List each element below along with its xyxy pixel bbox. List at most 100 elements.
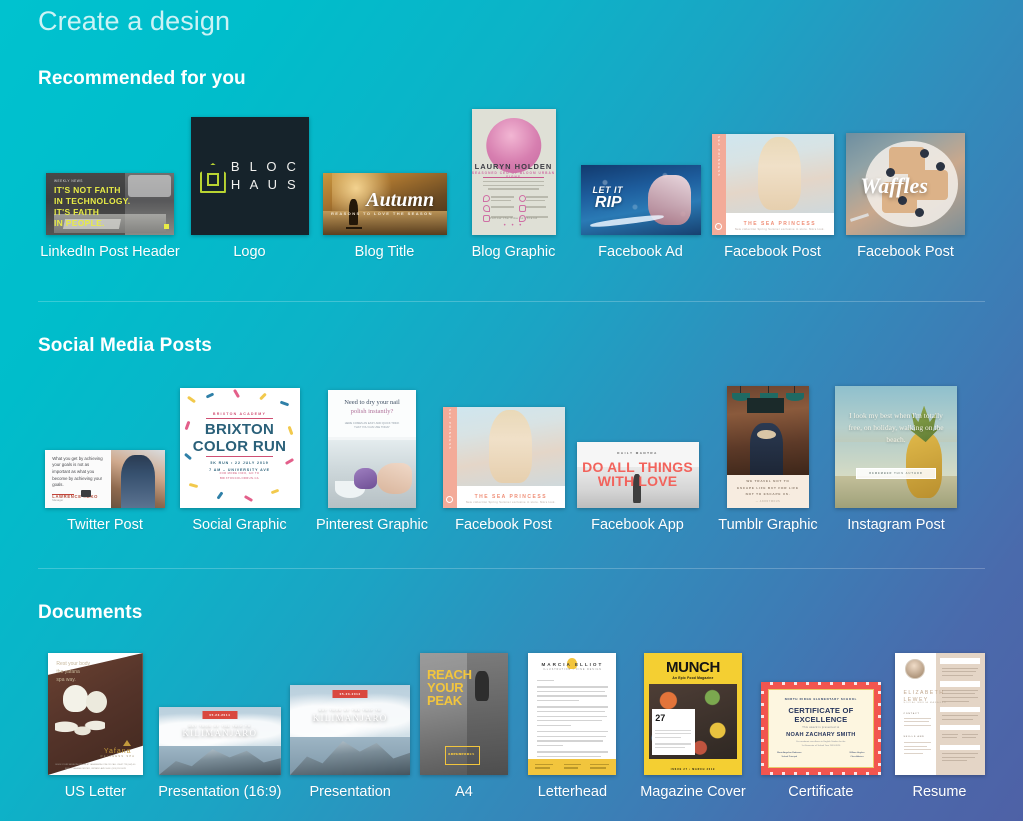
art-confetti bbox=[280, 401, 289, 407]
template-card-facebook-ad[interactable]: LET IT RIP Facebook Ad bbox=[575, 103, 706, 260]
thumbnail-logo[interactable]: B L O C H A U S bbox=[191, 117, 309, 235]
art-role: SEASONED CEO OF BLOOM URBAN SIGNS bbox=[472, 171, 556, 179]
art-line bbox=[537, 691, 605, 692]
art-line-1: IT'S NOT FAITH bbox=[54, 186, 121, 195]
thumbnail-facebook-post-waffles[interactable]: Waffles bbox=[846, 133, 965, 235]
template-card-social-graphic[interactable]: BRIXTON ACADEMY BRIXTON COLOR RUN 5K RUN… bbox=[172, 380, 307, 533]
template-card-facebook-post-sea-2[interactable]: THE SEA PRINCESS THE SEA PRINCESS New co… bbox=[437, 380, 570, 533]
thumbnail-magazine-cover[interactable]: MUNCH An Epic Food Magazine 27 ISSUE 27 … bbox=[644, 653, 742, 775]
thumbnail-us-letter[interactable]: Rest your body the yafana spa way. Yafan… bbox=[48, 653, 143, 775]
art-name: MARCIA ELLIOT bbox=[528, 662, 616, 667]
thumbnail-tumblr-graphic[interactable]: WE TRAVEL NOT TO ESCAPE LIFE BUT FOR LIF… bbox=[727, 386, 809, 508]
art-title-2: EXCELLENCE bbox=[794, 715, 847, 724]
art-bicycle bbox=[346, 219, 362, 229]
art-sidebar: THE SEA PRINCESS bbox=[712, 134, 727, 235]
thumbnail-wrap: 05.23.2014 DAY TOUR OF THE TRIP TO KILIM… bbox=[290, 647, 410, 775]
thumbnail-wrap: Need to dry your nail polish instantly? … bbox=[328, 380, 416, 508]
template-card-tumblr-graphic[interactable]: WE TRAVEL NOT TO ESCAPE LIFE BUT FOR LIF… bbox=[705, 380, 831, 533]
art-line bbox=[904, 718, 931, 719]
thumbnail-blog-title[interactable]: Autumn REASONS TO LOVE THE SEASON bbox=[323, 173, 447, 235]
thumbnail-facebook-post-sea[interactable]: THE SEA PRINCESS THE SEA PRINCESS New co… bbox=[712, 134, 834, 235]
art-line bbox=[942, 697, 978, 698]
thumbnail-a4[interactable]: REACH YOUR PEAK EXPLORAC ADVENTURES bbox=[420, 653, 508, 775]
art-school: NORTH RIDGE ELEMENTARY SCHOOL bbox=[769, 697, 873, 701]
art-caption-1: WE TRAVEL NOT TO bbox=[746, 479, 789, 483]
thumbnail-letterhead[interactable]: MARCIA ELLIOT ILLUSTRATION • FINE DESIGN bbox=[528, 653, 616, 775]
art-date-badge: 05.23.2014 bbox=[333, 690, 368, 698]
template-card-blog-graphic[interactable]: LAURYN HOLDEN SEASONED CEO OF BLOOM URBA… bbox=[452, 103, 575, 260]
thumbnail-linkedin-post-header[interactable]: WEEKLY NEWS IT'S NOT FAITH IN TECHNOLOGY… bbox=[46, 173, 174, 235]
heart-icon bbox=[483, 205, 490, 212]
thumbnail-presentation[interactable]: 05.23.2014 DAY TOUR OF THE TRIP TO KILIM… bbox=[290, 685, 410, 775]
art-line bbox=[537, 725, 571, 726]
template-card-blog-title[interactable]: Autumn REASONS TO LOVE THE SEASON Blog T… bbox=[317, 103, 452, 260]
template-card-presentation[interactable]: 05.23.2014 DAY TOUR OF THE TRIP TO KILIM… bbox=[287, 647, 413, 800]
thumbnail-facebook-ad[interactable]: LET IT RIP bbox=[581, 165, 701, 235]
thumbnail-blog-graphic[interactable]: LAURYN HOLDEN SEASONED CEO OF BLOOM URBA… bbox=[472, 109, 556, 235]
art-section-skills: SKILLS AND bbox=[904, 736, 925, 738]
art-line bbox=[590, 767, 606, 768]
thumbnail-pinterest-graphic[interactable]: Need to dry your nail polish instantly? … bbox=[328, 390, 416, 508]
card-label: Blog Graphic bbox=[472, 244, 556, 260]
template-card-presentation-169[interactable]: 05.23.2014 DAY TOUR OF THE TRIP TO KILIM… bbox=[153, 647, 287, 800]
thumbnail-presentation-169[interactable]: 05.23.2014 DAY TOUR OF THE TRIP TO KILIM… bbox=[159, 707, 281, 775]
thumbnail-resume[interactable]: ELIZABETH LEWEY SOCIAL MEDIA MANAGER CON… bbox=[895, 653, 985, 775]
art-signature-name-2: William Hughes bbox=[849, 752, 864, 754]
template-card-facebook-post-waffles[interactable]: Waffles Facebook Post bbox=[839, 103, 972, 260]
art-detail-1: 5K RUN • 22 JULY 2019 bbox=[210, 461, 268, 465]
art-caption: THE SEA PRINCESS bbox=[457, 494, 564, 500]
art-line bbox=[537, 700, 579, 701]
art-section-header bbox=[940, 658, 980, 664]
art-sidebar: THE SEA PRINCESS bbox=[443, 407, 458, 508]
art-title: MUNCH bbox=[644, 659, 742, 676]
thumbnail-certificate[interactable]: NORTH RIDGE ELEMENTARY SCHOOL CERTIFICAT… bbox=[761, 682, 881, 775]
art-frame: EXPLORAC ADVENTURES bbox=[445, 746, 480, 766]
section-divider-1 bbox=[38, 301, 985, 302]
thumbnail-instagram-post[interactable]: I look my best when I'm totally free, on… bbox=[835, 386, 957, 508]
social-row: What you get by achieving your goals is … bbox=[38, 378, 993, 533]
art-subcaption: New collection Spring Summer exclusive i… bbox=[729, 228, 831, 232]
thumbnail-social-graphic[interactable]: BRIXTON ACADEMY BRIXTON COLOR RUN 5K RUN… bbox=[180, 388, 300, 508]
template-card-letterhead[interactable]: MARCIA ELLIOT ILLUSTRATION • FINE DESIGN bbox=[515, 647, 631, 800]
art-title-1: CERTIFICATE OF bbox=[788, 706, 853, 715]
template-card-facebook-post-sea[interactable]: THE SEA PRINCESS THE SEA PRINCESS New co… bbox=[706, 103, 839, 260]
art-caption-2: ESCAPE LIFE BUT FOR LIFE bbox=[737, 486, 799, 490]
template-card-resume[interactable]: ELIZABETH LEWEY SOCIAL MEDIA MANAGER CON… bbox=[886, 647, 993, 800]
template-card-logo[interactable]: B L O C H A U S Logo bbox=[182, 103, 317, 260]
section-title-documents: Documents bbox=[38, 602, 142, 624]
thumbnail-twitter-post[interactable]: What you get by achieving your goals is … bbox=[45, 450, 165, 508]
art-body-line bbox=[483, 185, 543, 187]
template-card-us-letter[interactable]: Rest your body the yafana spa way. Yafan… bbox=[38, 647, 153, 800]
art-number: 27 bbox=[655, 713, 665, 723]
art-role: Manager bbox=[52, 498, 63, 502]
thumbnail-facebook-post-sea-2[interactable]: THE SEA PRINCESS THE SEA PRINCESS New co… bbox=[443, 407, 565, 508]
art-name-1: ELIZABETH bbox=[904, 690, 945, 696]
art-word: Autumn bbox=[366, 190, 434, 212]
art-stones bbox=[55, 716, 104, 743]
template-card-a4[interactable]: REACH YOUR PEAK EXPLORAC ADVENTURES A4 bbox=[413, 647, 514, 800]
art-car bbox=[128, 175, 172, 196]
thumbnail-wrap: ELIZABETH LEWEY SOCIAL MEDIA MANAGER CON… bbox=[895, 647, 985, 775]
template-card-twitter-post[interactable]: What you get by achieving your goals is … bbox=[38, 380, 172, 533]
template-card-linkedin-post-header[interactable]: WEEKLY NEWS IT'S NOT FAITH IN TECHNOLOGY… bbox=[38, 103, 182, 260]
art-line bbox=[537, 706, 607, 707]
art-signature-role-1: School Principal bbox=[781, 756, 797, 758]
template-card-pinterest-graphic[interactable]: Need to dry your nail polish instantly? … bbox=[307, 380, 437, 533]
art-detail-line bbox=[491, 196, 515, 198]
art-subtitle: REASONS TO LOVE THE SEASON bbox=[331, 212, 433, 216]
template-card-certificate[interactable]: NORTH RIDGE ELEMENTARY SCHOOL CERTIFICAT… bbox=[756, 647, 886, 800]
art-menu-board bbox=[747, 398, 785, 412]
art-line-3: PEAK bbox=[427, 693, 462, 708]
art-line bbox=[564, 767, 578, 768]
art-line bbox=[904, 746, 927, 747]
art-line bbox=[904, 725, 931, 726]
template-card-instagram-post[interactable]: I look my best when I'm totally free, on… bbox=[831, 380, 961, 533]
art-line bbox=[942, 675, 973, 676]
art-footer-1: FOR MORE INFO, GO TO bbox=[220, 472, 260, 475]
template-card-magazine-cover[interactable]: MUNCH An Epic Food Magazine 27 ISSUE 27 … bbox=[630, 647, 755, 800]
thumbnail-facebook-app[interactable]: DAILY MANTRA DO ALL THINGS WITH LOVE bbox=[577, 442, 699, 508]
art-line bbox=[904, 753, 924, 754]
art-detail-line bbox=[491, 200, 511, 202]
art-brand: Yafana bbox=[100, 748, 135, 755]
template-card-facebook-app[interactable]: DAILY MANTRA DO ALL THINGS WITH LOVE Fac… bbox=[570, 380, 705, 533]
